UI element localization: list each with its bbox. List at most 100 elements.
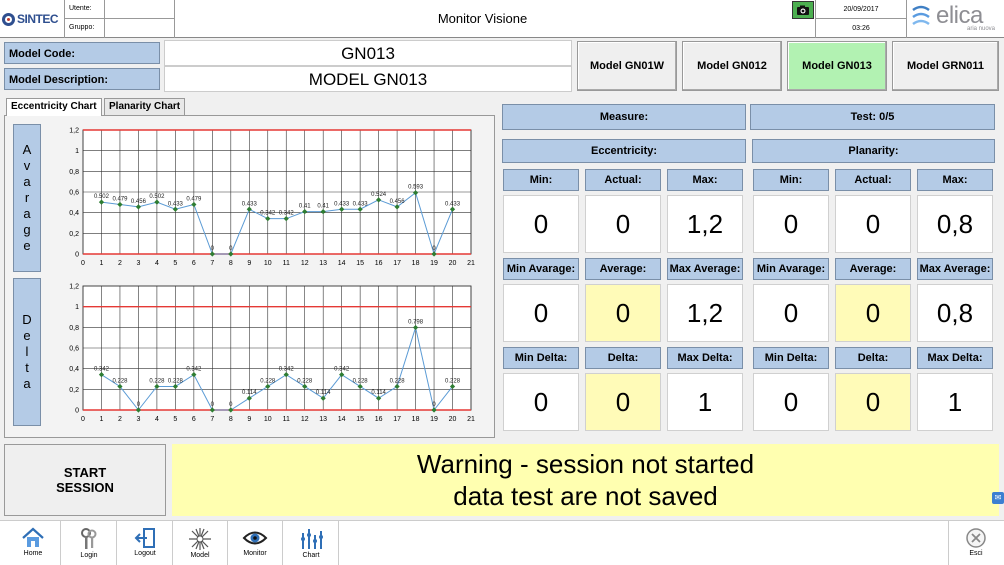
average-chart-x-tick: 16	[375, 260, 383, 267]
model-button-gn012[interactable]: Model GN012	[682, 41, 782, 91]
ecc-min-label: Min:	[503, 169, 579, 191]
chart-nav-button[interactable]: Chart	[284, 521, 339, 565]
time-display: 03:26	[852, 25, 870, 32]
home-icon	[22, 527, 44, 547]
delta-chart-x-tick: 4	[155, 416, 159, 423]
session-warning-banner: Warning - session not started data test …	[172, 444, 999, 516]
camera-icon[interactable]	[792, 1, 814, 19]
exit-icon	[966, 528, 986, 548]
average-chart-x-tick: 1	[100, 260, 104, 267]
average-letter: a	[23, 206, 31, 221]
ecc-max-delta-value: 1	[667, 373, 743, 431]
average-chart-data-label: 0.479	[112, 197, 128, 203]
group-value	[105, 19, 174, 38]
delta-letter: e	[23, 328, 31, 343]
average-chart-data-label: 0.593	[408, 185, 424, 191]
model-icon	[189, 528, 211, 550]
tab-planarity-chart[interactable]: Planarity Chart	[104, 98, 186, 115]
model-nav-label: Model	[190, 552, 210, 559]
plan-max-average-label: Max Average:	[917, 258, 993, 280]
delta-chart-data-label: 0.342	[279, 367, 295, 373]
plan-min-delta-value: 0	[753, 373, 829, 431]
delta-chart-data-label: 0.228	[353, 378, 369, 384]
average-chart-x-tick: 7	[210, 260, 214, 267]
delta-chart-x-tick: 15	[356, 416, 364, 423]
monitor-label: Monitor	[243, 550, 267, 557]
model-code-value: GN013	[164, 40, 572, 66]
plan-min-average-value: 0	[753, 284, 829, 342]
delta-chart-data-label: 0.228	[297, 378, 313, 384]
user-label: Utente:	[65, 0, 105, 18]
ecc-delta-label: Delta:	[585, 347, 661, 369]
plan-actual-value: 0	[835, 195, 911, 253]
delta-chart: 0 1 2 3 4 5 6 7 8 9 10 11 12 13 14 15 16 17 18 19 20 2100,20,…	[69, 284, 475, 424]
chart-panel: Eccentricity Chart Planarity Chart Avara…	[4, 98, 495, 438]
average-chart-data-label: 0.433	[445, 201, 461, 207]
chat-icon[interactable]: ✉	[992, 492, 1004, 504]
plan-max-value: 0,8	[917, 195, 993, 253]
ecc-max-average-label: Max Average:	[667, 258, 743, 280]
user-value	[105, 0, 174, 18]
ecc-actual-value: 0	[585, 195, 661, 253]
monitor-button[interactable]: Monitor	[228, 521, 283, 565]
model-button-gn01w[interactable]: Model GN01W	[577, 41, 677, 91]
home-label: Home	[23, 550, 43, 557]
warning-line2: data test are not saved	[453, 481, 718, 511]
average-chart-y-tick: 1,2	[69, 128, 79, 135]
delta-chart-y-tick: 0,4	[69, 366, 79, 373]
logout-button[interactable]: Logout	[118, 521, 173, 565]
ecc-min-average-label: Min Avarage:	[503, 258, 579, 280]
chart-icon	[301, 529, 323, 549]
average-chart-x-tick: 5	[173, 260, 177, 267]
delta-chart-x-tick: 13	[319, 416, 327, 423]
model-nav-button[interactable]: Model	[173, 521, 228, 565]
delta-chart-data-label: 0.342	[186, 367, 202, 373]
average-chart-x-tick: 17	[393, 260, 401, 267]
average-chart-data-label: 0.456	[131, 199, 147, 205]
bottom-toolbar: Home Login Logout Model Monitor Chart Es…	[0, 520, 1004, 565]
model-button-gn013[interactable]: Model GN013	[787, 41, 887, 91]
login-button[interactable]: Login	[62, 521, 117, 565]
plan-delta-label: Delta:	[835, 347, 911, 369]
planarity-header: Planarity:	[752, 139, 995, 163]
home-button[interactable]: Home	[6, 521, 61, 565]
delta-chart-data-label: 0.228	[445, 378, 461, 384]
average-chart-x-tick: 3	[136, 260, 140, 267]
delta-chart-x-tick: 17	[393, 416, 401, 423]
login-label: Login	[80, 552, 98, 559]
start-session-button[interactable]: START SESSION	[4, 444, 166, 516]
measure-header: Measure:	[502, 104, 746, 130]
delta-letter: D	[22, 312, 32, 327]
elica-logo: elica aria nuova	[910, 2, 1002, 34]
delta-chart-x-tick: 18	[412, 416, 420, 423]
average-chart-y-tick: 0,4	[69, 210, 79, 217]
average-chart-x-tick: 8	[229, 260, 233, 267]
tab-eccentricity-chart[interactable]: Eccentricity Chart	[6, 98, 102, 116]
delta-chart-x-tick: 9	[247, 416, 251, 423]
delta-chart-y-tick: 0,6	[69, 346, 79, 353]
ecc-min-average-value: 0	[503, 284, 579, 342]
delta-chart-y-tick: 0	[75, 408, 79, 415]
average-chart-x-tick: 19	[430, 260, 438, 267]
model-button-grn011[interactable]: Model GRN011	[892, 41, 999, 91]
delta-chart-x-tick: 8	[229, 416, 233, 423]
average-chart-x-tick: 20	[449, 260, 457, 267]
average-chart-x-tick: 18	[412, 260, 420, 267]
plan-delta-value: 0	[835, 373, 911, 431]
user-info-box: Utente: Gruppo:	[64, 0, 175, 38]
average-chart-x-tick: 6	[192, 260, 196, 267]
ecc-max-average-value: 1,2	[667, 284, 743, 342]
delta-chart-x-tick: 7	[210, 416, 214, 423]
ecc-min-delta-value: 0	[503, 373, 579, 431]
average-chart: 0 1 2 3 4 5 6 7 8 9 10 11 12 13 14 15 16 17 18 19 20 2100,20,…	[69, 128, 475, 268]
exit-button[interactable]: Esci	[948, 521, 1003, 565]
average-chart-data-label: 0.524	[371, 192, 387, 198]
average-chart-y-tick: 0	[75, 252, 79, 259]
average-letter: v	[23, 158, 31, 173]
plan-actual-label: Actual:	[835, 169, 911, 191]
plan-max-label: Max:	[917, 169, 993, 191]
plan-max-delta-value: 1	[917, 373, 993, 431]
delta-chart-x-tick: 21	[467, 416, 475, 423]
delta-chart-x-tick: 5	[173, 416, 177, 423]
delta-letter: t	[25, 360, 29, 375]
